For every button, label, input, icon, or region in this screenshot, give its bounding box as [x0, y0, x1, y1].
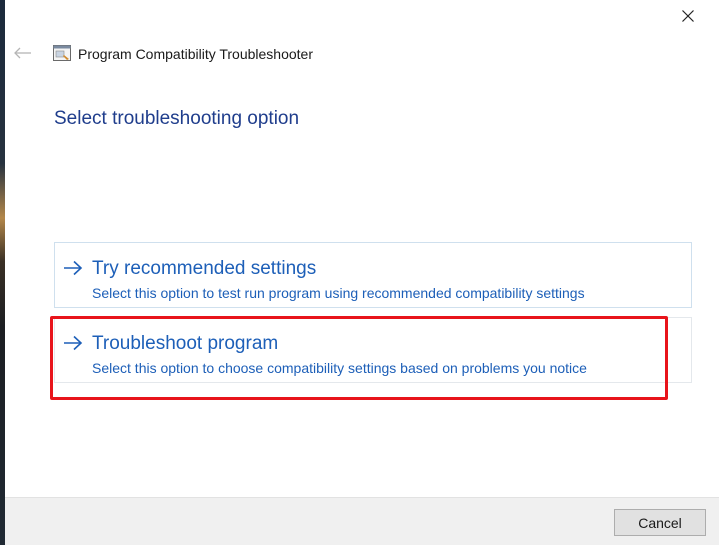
- close-icon: [682, 10, 694, 22]
- back-arrow-icon: [14, 47, 31, 59]
- option-description: Select this option to test run program u…: [92, 285, 585, 301]
- back-button[interactable]: [12, 42, 34, 64]
- cancel-button[interactable]: Cancel: [614, 509, 706, 536]
- option-description: Select this option to choose compatibili…: [92, 360, 587, 376]
- desktop-background-edge: [0, 0, 5, 545]
- option-title: Try recommended settings: [92, 258, 317, 279]
- window-title: Program Compatibility Troubleshooter: [78, 46, 313, 62]
- close-button[interactable]: [665, 2, 711, 30]
- footer-bar: [5, 497, 719, 545]
- option-title: Troubleshoot program: [92, 333, 279, 354]
- page-heading: Select troubleshooting option: [54, 108, 300, 129]
- arrow-right-icon: [64, 335, 83, 351]
- option-troubleshoot-program[interactable]: Troubleshoot program Select this option …: [54, 317, 692, 383]
- troubleshooter-window: Program Compatibility Troubleshooter Sel…: [0, 0, 719, 545]
- option-try-recommended-settings[interactable]: Try recommended settings Select this opt…: [54, 242, 692, 308]
- arrow-right-icon: [64, 260, 83, 276]
- troubleshooter-app-icon: [53, 45, 71, 61]
